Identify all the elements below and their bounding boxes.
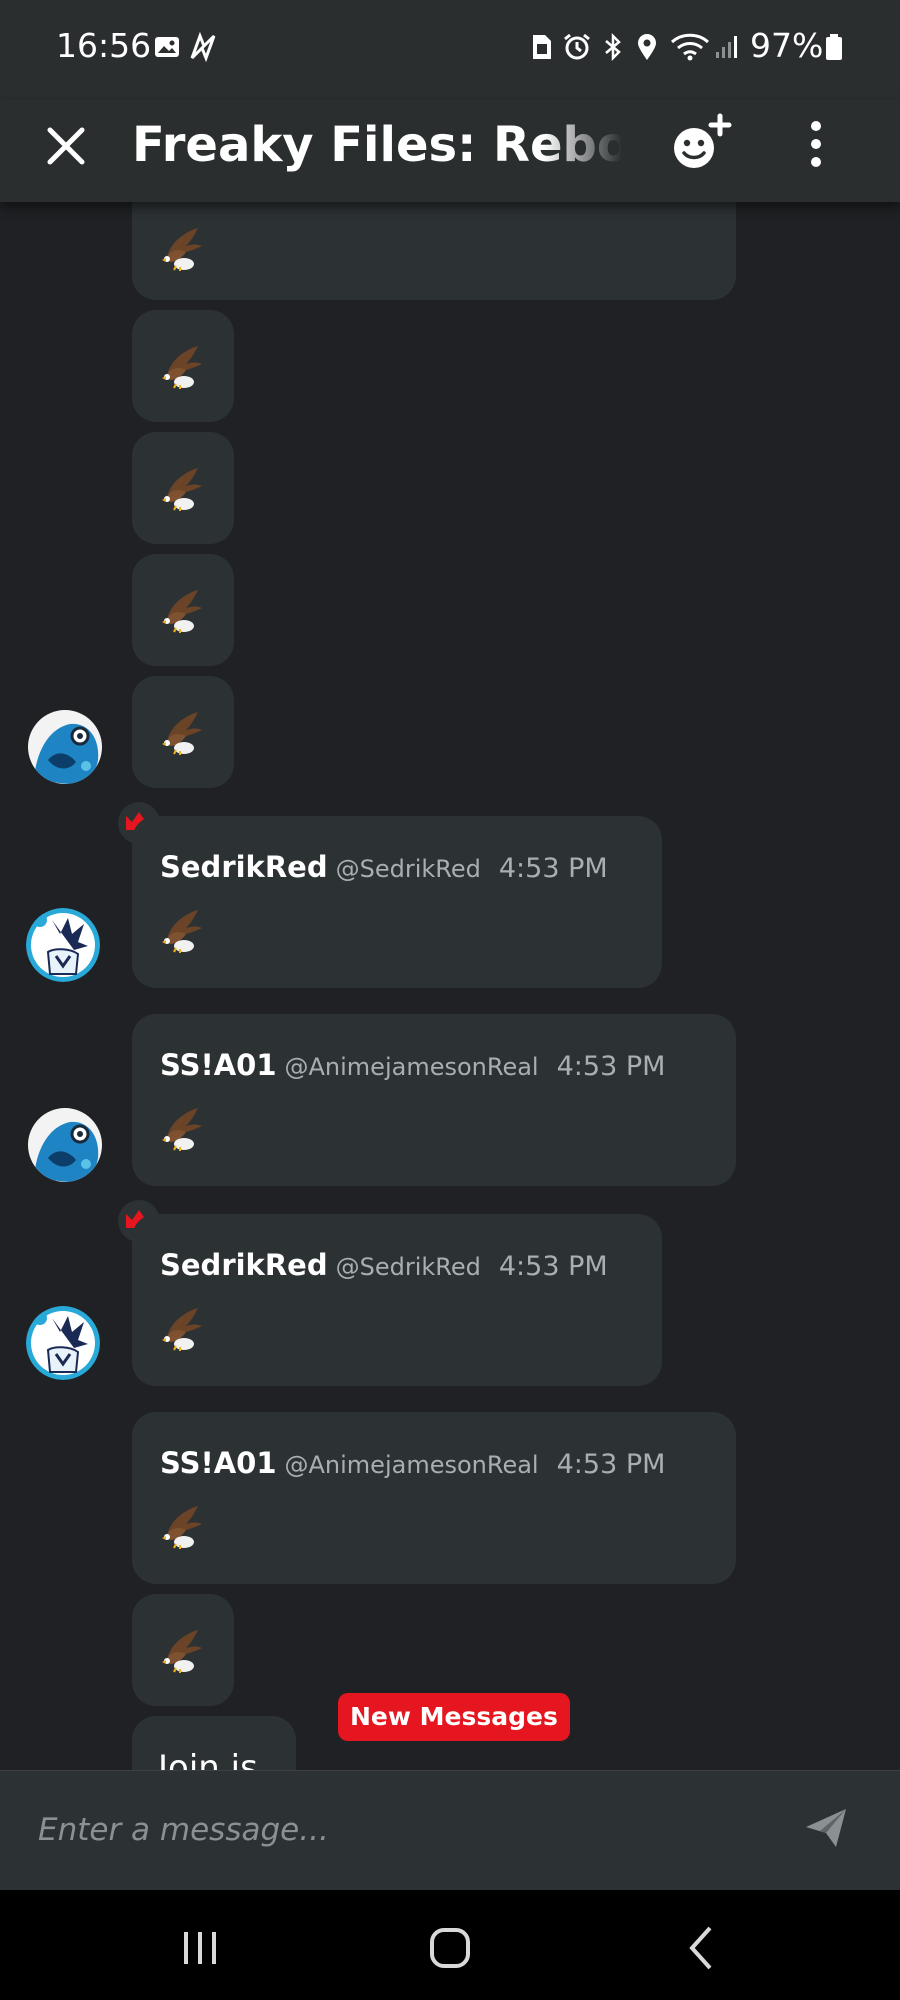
app-bar: Freaky Files: Rebooted: [0, 100, 900, 202]
message-text: Join is: [158, 1748, 258, 1770]
message-header: SS!A01 @AnimejamesonReal 4:53 PM: [160, 1048, 665, 1082]
battery-percent: 97%: [750, 26, 824, 65]
wifi-icon: [670, 33, 710, 61]
message-list[interactable]: SedrikRed @SedrikRed 4:53 PM SS!A01 @Animej…: [0, 202, 900, 1770]
message-bubble[interactable]: [132, 310, 234, 422]
avatar-sedrikred[interactable]: [26, 1306, 100, 1380]
avatar-ssa01[interactable]: [28, 710, 102, 784]
eagle-emoji-icon: [161, 1107, 203, 1152]
system-nav-bar: [0, 1890, 900, 2000]
message-time: 4:53 PM: [556, 1449, 666, 1480]
message-bubble[interactable]: SedrikRed @SedrikRed 4:53 PM: [132, 1214, 662, 1386]
chat-title: Freaky Files: Rebooted: [132, 117, 622, 173]
message-bubble[interactable]: [132, 202, 736, 300]
message-bubble[interactable]: SS!A01 @AnimejamesonReal 4:53 PM: [132, 1412, 736, 1584]
eagle-emoji-icon: [161, 909, 203, 954]
add-reaction-icon[interactable]: [670, 112, 736, 178]
status-bar: 16:56 97%: [0, 0, 900, 100]
avatar-ssa01[interactable]: [28, 1108, 102, 1182]
message-bubble[interactable]: SedrikRed @SedrikRed 4:53 PM: [132, 816, 662, 988]
message-bubble[interactable]: [132, 554, 234, 666]
recents-icon[interactable]: [170, 1918, 230, 1978]
more-vert-icon[interactable]: [796, 114, 836, 174]
location-icon: [638, 34, 656, 60]
back-icon[interactable]: [672, 1918, 732, 1978]
message-header: SedrikRed @SedrikRed 4:53 PM: [160, 1248, 608, 1282]
message-time: 4:53 PM: [498, 1251, 608, 1282]
send-icon[interactable]: [802, 1803, 852, 1853]
author-name[interactable]: SedrikRed: [160, 1248, 328, 1282]
message-time: 4:53 PM: [498, 853, 608, 884]
author-name[interactable]: SS!A01: [160, 1048, 277, 1082]
message-bubble[interactable]: SS!A01 @AnimejamesonReal 4:53 PM: [132, 1014, 736, 1186]
signal-icon: [716, 36, 737, 58]
message-time: 4:53 PM: [556, 1051, 666, 1082]
author-name[interactable]: SS!A01: [160, 1446, 277, 1480]
message-composer: [0, 1770, 900, 1890]
avatar-sedrikred[interactable]: [26, 908, 100, 982]
message-bubble[interactable]: [132, 1594, 234, 1706]
close-icon[interactable]: [40, 120, 92, 172]
eagle-emoji-icon: [161, 1629, 203, 1674]
battery-icon: [826, 34, 842, 60]
home-icon[interactable]: [420, 1918, 480, 1978]
author-handle: @AnimejamesonReal: [284, 1451, 539, 1479]
new-messages-button[interactable]: New Messages: [338, 1693, 570, 1741]
author-name[interactable]: SedrikRed: [160, 850, 328, 884]
author-handle: @SedrikRed: [335, 1253, 481, 1281]
bluetooth-icon: [605, 32, 621, 62]
author-handle: @AnimejamesonReal: [284, 1053, 539, 1081]
eagle-emoji-icon: [161, 467, 203, 512]
sim-icon: [533, 35, 551, 59]
message-bubble[interactable]: [132, 676, 234, 788]
message-header: SS!A01 @AnimejamesonReal 4:53 PM: [160, 1446, 665, 1480]
status-time: 16:56: [56, 26, 152, 65]
eagle-emoji-icon: [161, 1307, 203, 1352]
message-header: SedrikRed @SedrikRed 4:53 PM: [160, 850, 608, 884]
gallery-icon: [155, 37, 179, 57]
messenger-icon: [190, 32, 216, 62]
eagle-emoji-icon: [161, 345, 203, 390]
message-bubble[interactable]: [132, 432, 234, 544]
eagle-emoji-icon: [161, 227, 203, 272]
author-handle: @SedrikRed: [335, 855, 481, 883]
alarm-icon: [564, 33, 590, 60]
eagle-emoji-icon: [161, 589, 203, 634]
eagle-emoji-icon: [161, 1505, 203, 1550]
message-input[interactable]: [38, 1797, 778, 1863]
eagle-emoji-icon: [161, 711, 203, 756]
